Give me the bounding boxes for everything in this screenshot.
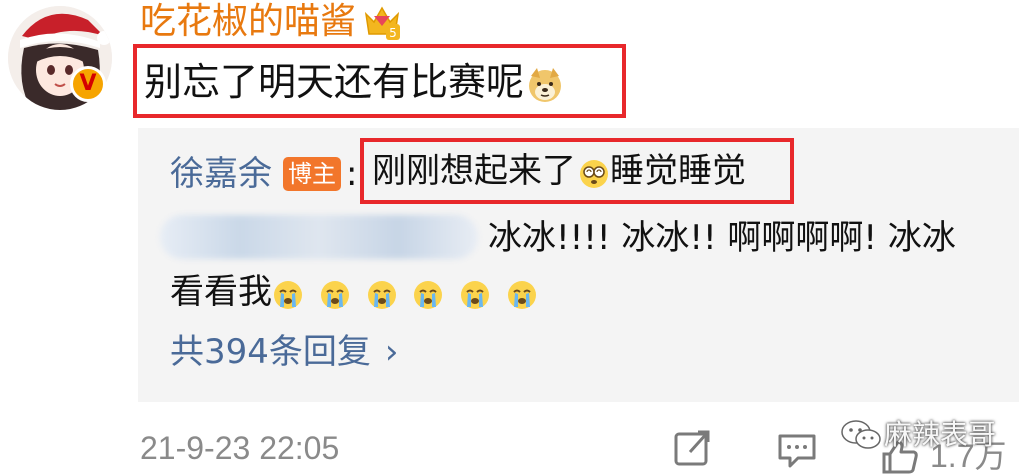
sub-reply-text-line1[interactable]: 冰冰!!!! 冰冰!! 啊啊啊啊! 冰冰 (488, 214, 956, 262)
reply-text: 刚刚想起来了 (372, 151, 576, 191)
level-number: 5 (389, 26, 397, 40)
comment-username[interactable]: 吃花椒的喵酱 (140, 0, 356, 44)
reply-author-line: 徐嘉余 (170, 152, 272, 196)
comment-icon[interactable] (776, 430, 818, 470)
reply-separator: : (346, 154, 358, 194)
crying-emoji-icon (414, 281, 443, 309)
main-comment-text: 别忘了明天还有比赛呢 (144, 60, 525, 104)
more-replies-label: 共394条回复 (170, 332, 371, 372)
blurred-username (160, 215, 478, 259)
crying-emoji-icon (367, 281, 396, 309)
main-comment-highlight: 别忘了明天还有比赛呢 (133, 44, 626, 118)
verified-v-icon: V (70, 66, 106, 102)
main-comment-text-wrapper[interactable]: 别忘了明天还有比赛呢 (144, 60, 564, 104)
crown-level-icon: 5 (362, 4, 402, 42)
blogger-badge: 博主 (283, 157, 341, 191)
comment-timestamp: 21-9-23 22:05 (140, 430, 340, 466)
doge-emoji-icon (526, 66, 564, 104)
dizzy-emoji-icon (578, 157, 610, 189)
reply-text-wrapper[interactable]: 刚刚想起来了 睡觉睡觉 (372, 149, 746, 193)
reply-highlight: 刚刚想起来了 睡觉睡觉 (360, 138, 794, 204)
crying-emoji-icon (274, 281, 302, 309)
reply-author[interactable]: 徐嘉余 (170, 154, 272, 194)
crying-emoji-icon (320, 281, 349, 309)
wechat-icon (841, 420, 881, 449)
crying-emoji-icon (461, 281, 490, 309)
crying-emoji-row (272, 270, 542, 318)
chevron-right-icon: › (384, 332, 399, 372)
share-icon[interactable] (672, 428, 712, 468)
more-replies-link[interactable]: 共394条回复 › (170, 330, 399, 374)
crying-emoji-icon (508, 281, 537, 309)
sub-reply-text-line2[interactable]: 看看我 (170, 268, 542, 318)
sub-reply-text-line2-label: 看看我 (170, 272, 272, 312)
reply-text-after-emoji: 睡觉睡觉 (610, 151, 746, 191)
watermark-text: 麻辣表哥 (884, 418, 997, 451)
